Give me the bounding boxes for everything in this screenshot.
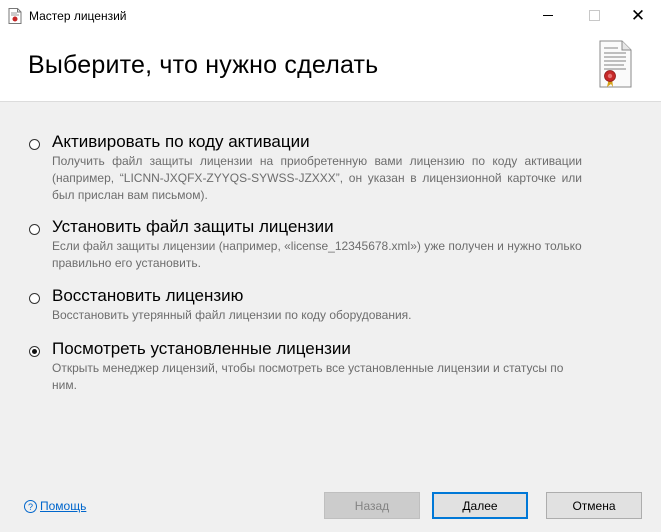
option-title[interactable]: Восстановить лицензию: [52, 286, 243, 306]
option-title[interactable]: Установить файл защиты лицензии: [52, 217, 334, 237]
close-button[interactable]: ✕: [615, 0, 661, 31]
cancel-button[interactable]: Отмена: [546, 492, 642, 519]
title-bar: Мастер лицензий ✕: [0, 0, 661, 31]
minimize-icon: [543, 15, 553, 16]
back-button[interactable]: Назад: [324, 492, 420, 519]
radio-activate-by-code[interactable]: [29, 139, 40, 150]
maximize-icon: [588, 10, 600, 21]
option-description: Если файл защиты лицензии (например, «li…: [52, 239, 582, 270]
option-title[interactable]: Посмотреть установленные лицензии: [52, 339, 351, 359]
next-button[interactable]: Далее: [432, 492, 528, 519]
page-title: Выберите, что нужно сделать: [28, 51, 379, 79]
minimize-button[interactable]: [525, 0, 571, 31]
option-description: Получить файл защиты лицензии на приобре…: [52, 154, 582, 202]
radio-view-installed-licenses[interactable]: [29, 346, 40, 357]
radio-install-license-file[interactable]: [29, 224, 40, 235]
license-wizard-window: Мастер лицензий ✕ Выберите, что нужно сд…: [0, 0, 661, 532]
help-icon[interactable]: ?: [24, 499, 37, 513]
app-icon: [8, 8, 22, 24]
option-description: Открыть менеджер лицензий, чтобы посмотр…: [52, 361, 564, 392]
help-link[interactable]: ? Помощь: [24, 499, 86, 513]
wizard-header: Выберите, что нужно сделать: [0, 31, 661, 102]
radio-restore-license[interactable]: [29, 293, 40, 304]
option-description: Восстановить утерянный файл лицензии по …: [52, 308, 412, 322]
help-label[interactable]: Помощь: [40, 499, 86, 513]
window-title: Мастер лицензий: [29, 9, 127, 23]
close-icon: ✕: [630, 5, 646, 25]
option-title[interactable]: Активировать по коду активации: [52, 132, 310, 152]
license-certificate-icon: [599, 40, 632, 88]
maximize-button[interactable]: [571, 0, 617, 31]
